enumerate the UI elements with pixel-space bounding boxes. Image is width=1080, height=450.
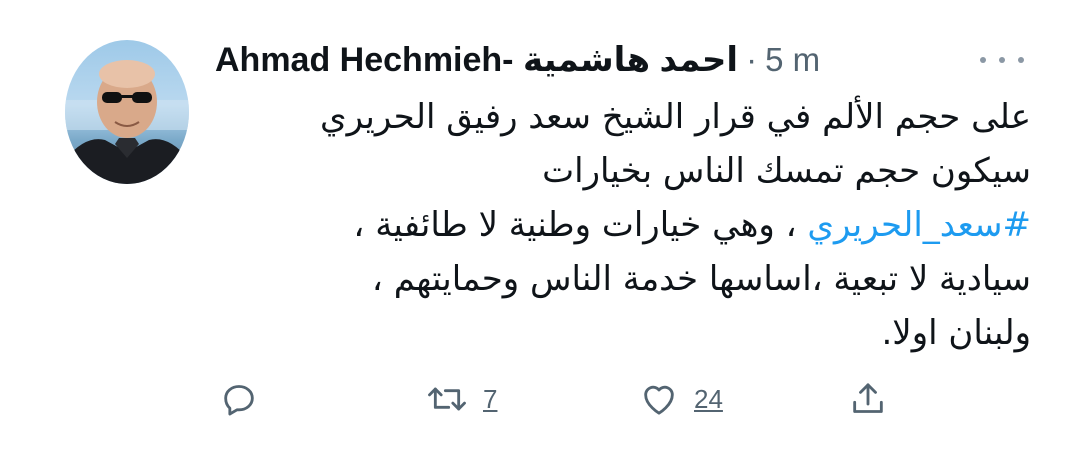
like-count[interactable]: 24 (694, 384, 723, 415)
share-icon (853, 383, 883, 413)
more-dot-icon (980, 57, 986, 63)
tweet-header: Ahmad Hechmieh- احمد هاشمية · 5 m (215, 38, 820, 82)
avatar[interactable] (65, 40, 189, 184)
retweet-count[interactable]: 7 (483, 384, 497, 415)
tweet-line: ، وهي خيارات وطنية لا طائفية ، (353, 205, 797, 245)
share-button[interactable] (848, 374, 888, 424)
more-options-button[interactable] (980, 50, 1024, 70)
tweet-line-with-hashtag: #سعد_الحريري ، وهي خيارات وطنية لا طائفي… (215, 198, 1031, 252)
tweet-line: ولبنان اولا. (881, 313, 1032, 353)
tweet-line: على حجم الألم في قرار الشيخ سعد رفيق الح… (320, 97, 1031, 137)
reply-icon (224, 385, 254, 416)
tweet-card[interactable]: Ahmad Hechmieh- احمد هاشمية · 5 m على حج… (0, 0, 1080, 450)
hashtag-link[interactable]: #سعد_الحريري (807, 205, 1031, 245)
more-dot-icon (999, 57, 1005, 63)
reply-button[interactable] (219, 374, 259, 424)
separator-dot: · (746, 41, 758, 78)
more-dot-icon (1018, 57, 1024, 63)
tweet-line: سيادية لا تبعية ،اساسها خدمة الناس وحماي… (371, 259, 1031, 299)
action-bar: 7 24 (215, 374, 915, 424)
tweet-line: سيكون حجم تمسك الناس بخيارات (542, 151, 1031, 191)
timestamp[interactable]: 5 m (765, 41, 820, 79)
tweet-text: على حجم الألم في قرار الشيخ سعد رفيق الح… (215, 90, 1031, 360)
like-button[interactable]: 24 (638, 374, 723, 424)
retweet-button[interactable]: 7 (425, 374, 497, 424)
author-name[interactable]: Ahmad Hechmieh- احمد هاشمية (215, 40, 738, 80)
heart-icon (644, 385, 674, 415)
retweet-icon (428, 387, 466, 411)
